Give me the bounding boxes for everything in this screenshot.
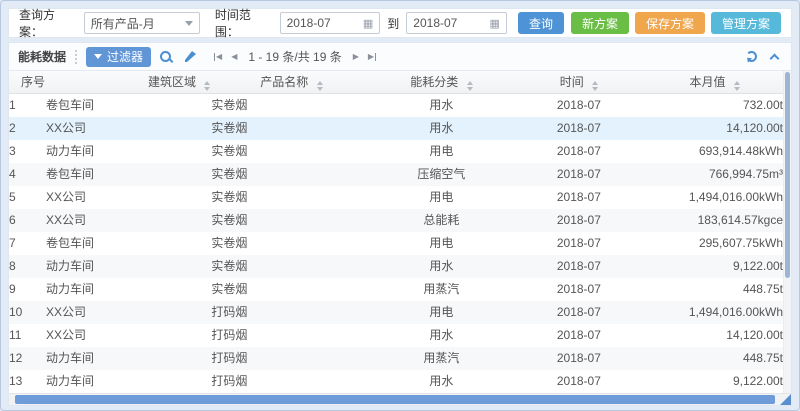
next-page-icon[interactable]: ▶ — [353, 52, 359, 61]
brush-icon[interactable] — [184, 50, 197, 63]
sort-icon — [592, 80, 599, 91]
toolbar-icon-group — [160, 50, 197, 63]
table-row[interactable]: 1 卷包车间 实卷烟 用水 2018-07 732.00t — [9, 93, 783, 117]
table-row[interactable]: 6 XX公司 实卷烟 总能耗 2018-07 183,614.57kgce — [9, 208, 783, 232]
table-row[interactable]: 10 XX公司 打码烟 用电 2018-07 1,494,016.00kWh — [9, 300, 783, 324]
table-row[interactable]: 2 XX公司 实卷烟 用水 2018-07 14,120.00t — [9, 116, 783, 140]
sort-icon — [733, 80, 740, 91]
first-page-icon[interactable]: ◀ — [214, 52, 222, 61]
calendar-icon[interactable]: ▦ — [490, 18, 500, 29]
data-grid-panel: 能耗数据 过滤器 ◀ ◀ 1 - 19 条/共 19 条 ▶ ▶ 序号 建筑区域… — [8, 42, 792, 406]
sort-icon — [466, 80, 473, 91]
search-icon[interactable] — [160, 50, 172, 63]
column-header-value[interactable]: 本月值 — [646, 71, 783, 94]
query-button[interactable]: 查询 — [517, 12, 564, 34]
filter-button[interactable]: 过滤器 — [86, 46, 152, 67]
last-page-icon[interactable]: ▶ — [368, 52, 377, 61]
energy-data-table: 序号 建筑区域 产品名称 能耗分类 时间 本月值 1 卷包车间 实卷烟 用水 2… — [9, 71, 783, 393]
resize-grip-icon[interactable] — [780, 393, 791, 405]
horizontal-scrollbar-thumb[interactable] — [15, 394, 775, 404]
table-row[interactable]: 4 卷包车间 实卷烟 压缩空气 2018-07 766,994.75m³ — [9, 162, 783, 186]
date-to-input[interactable]: 2018-07 ▦ — [406, 12, 507, 34]
table-row[interactable]: 8 动力车间 实卷烟 用水 2018-07 9,122.00t — [9, 254, 783, 278]
filter-button-label: 过滤器 — [107, 50, 144, 64]
date-to-value: 2018-07 — [413, 16, 458, 30]
grid-body: 序号 建筑区域 产品名称 能耗分类 时间 本月值 1 卷包车间 实卷烟 用水 2… — [9, 71, 791, 393]
refresh-icon[interactable] — [746, 51, 757, 62]
to-label: 到 — [387, 16, 400, 31]
vertical-scrollbar[interactable] — [783, 71, 791, 393]
date-from-input[interactable]: 2018-07 ▦ — [279, 12, 381, 34]
table-row[interactable]: 11 XX公司 打码烟 用水 2018-07 14,120.00t — [9, 324, 783, 347]
column-header-product[interactable]: 产品名称 — [211, 71, 372, 94]
save-plan-button[interactable]: 保存方案 — [634, 12, 705, 34]
query-plan-select[interactable]: 所有产品-月 — [83, 12, 200, 34]
manage-plan-button[interactable]: 管理方案 — [711, 12, 782, 34]
table-row[interactable]: 9 动力车间 实卷烟 用蒸汽 2018-07 448.75t — [9, 278, 783, 301]
query-bar: 查询方案： 所有产品-月 时间范围： 2018-07 ▦ 到 2018-07 ▦… — [8, 8, 792, 39]
sort-icon — [204, 80, 211, 91]
time-range-label: 时间范围： — [214, 8, 251, 39]
horizontal-scrollbar[interactable] — [9, 392, 791, 405]
table-row[interactable]: 5 XX公司 实卷烟 用电 2018-07 1,494,016.00kWh — [9, 186, 783, 209]
calendar-icon[interactable]: ▦ — [363, 18, 373, 29]
prev-page-icon[interactable]: ◀ — [231, 52, 237, 61]
column-header-category[interactable]: 能耗分类 — [371, 71, 512, 94]
table-row[interactable]: 12 动力车间 打码烟 用蒸汽 2018-07 448.75t — [9, 346, 783, 370]
vertical-scrollbar-thumb[interactable] — [785, 72, 790, 278]
chevron-down-icon — [184, 20, 193, 30]
table-row[interactable]: 13 动力车间 打码烟 用水 2018-07 9,122.00t — [9, 370, 783, 393]
column-header-seq[interactable]: 序号 — [9, 71, 47, 94]
query-plan-label: 查询方案： — [19, 8, 56, 39]
pagination-info: 1 - 19 条/共 19 条 — [248, 50, 342, 64]
column-header-time[interactable]: 时间 — [511, 71, 647, 94]
grid-toolbar: 能耗数据 过滤器 ◀ ◀ 1 - 19 条/共 19 条 ▶ ▶ — [9, 43, 791, 71]
toolbar-right-icons — [746, 51, 782, 63]
sort-icon — [316, 80, 323, 91]
plan-action-buttons: 新方案 保存方案 管理方案 — [570, 12, 782, 34]
table-row[interactable]: 7 卷包车间 实卷烟 用电 2018-07 295,607.75kWh — [9, 232, 783, 255]
panel-title: 能耗数据 — [18, 50, 67, 64]
table-body: 1 卷包车间 实卷烟 用水 2018-07 732.00t 2 XX公司 实卷烟… — [9, 93, 783, 393]
date-from-value: 2018-07 — [286, 16, 331, 30]
table-row[interactable]: 3 动力车间 实卷烟 用电 2018-07 693,914.48kWh — [9, 140, 783, 163]
funnel-icon — [94, 54, 103, 63]
pagination: ◀ ◀ 1 - 19 条/共 19 条 ▶ ▶ — [214, 48, 377, 65]
query-plan-value: 所有产品-月 — [90, 16, 155, 31]
collapse-panel-icon[interactable] — [769, 53, 780, 63]
table-header-row: 序号 建筑区域 产品名称 能耗分类 时间 本月值 — [9, 71, 783, 94]
drag-handle[interactable] — [75, 49, 78, 64]
column-header-area[interactable]: 建筑区域 — [46, 71, 212, 94]
app-window: 查询方案： 所有产品-月 时间范围： 2018-07 ▦ 到 2018-07 ▦… — [0, 0, 800, 411]
new-plan-button[interactable]: 新方案 — [570, 12, 629, 34]
